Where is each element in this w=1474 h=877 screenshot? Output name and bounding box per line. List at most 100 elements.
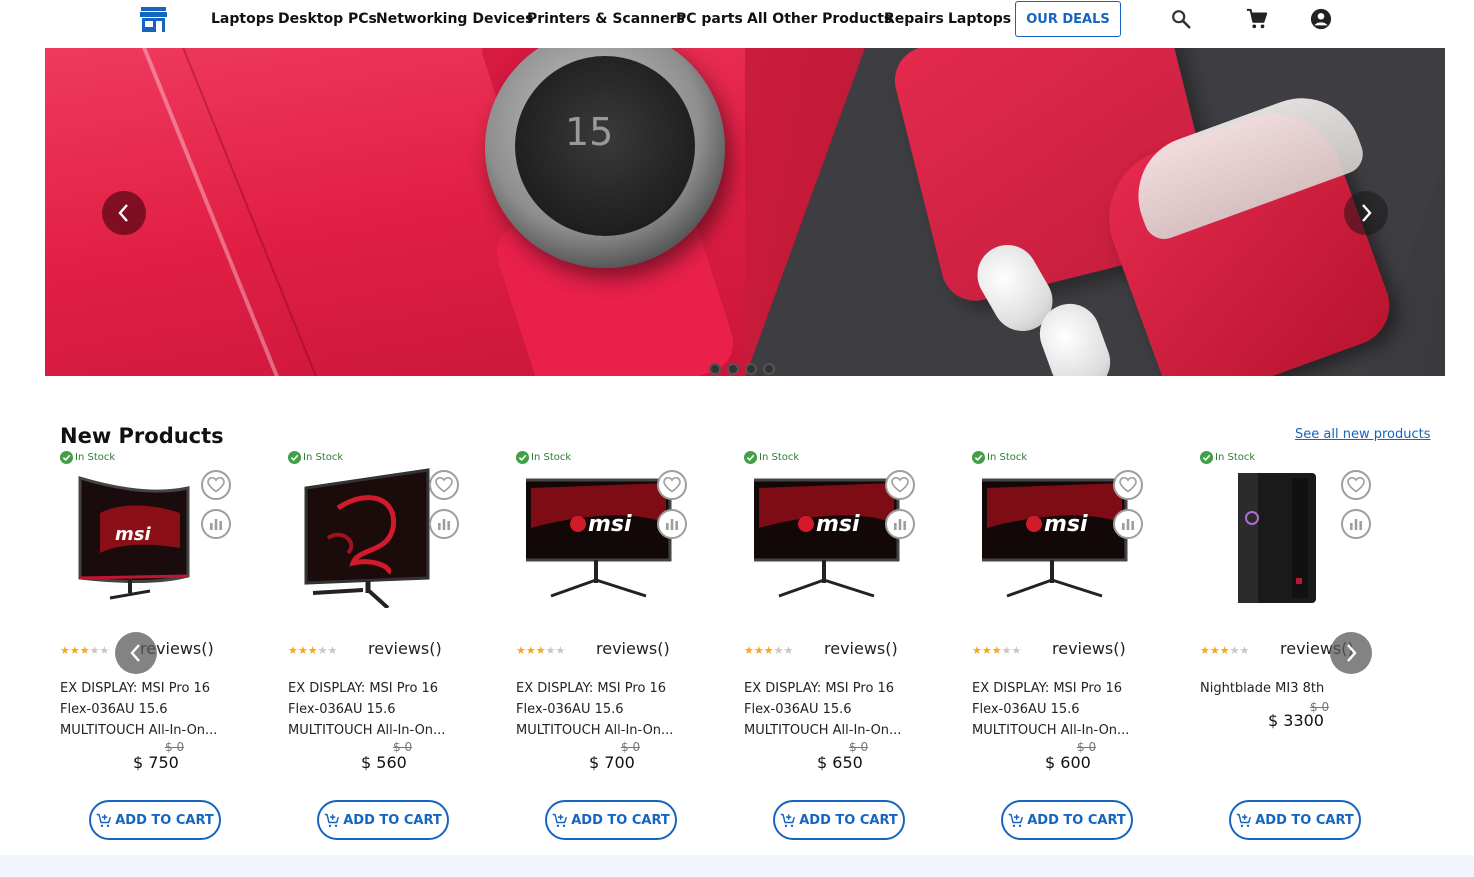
star-icon: ★ xyxy=(1239,644,1250,657)
wishlist-button[interactable] xyxy=(1341,470,1371,500)
add-to-cart-button[interactable]: ADD TO CART xyxy=(317,800,449,840)
wishlist-button[interactable] xyxy=(429,470,459,500)
check-circle-icon xyxy=(60,451,73,464)
nav-laptops-2[interactable]: Laptops xyxy=(948,11,1011,27)
bar-chart-icon xyxy=(1350,519,1362,530)
product-card[interactable]: In Stock msi ★★★★★ reviews() EX DISPLAY:… xyxy=(516,448,736,848)
add-to-cart-label: ADD TO CART xyxy=(115,812,214,828)
product-card[interactable]: In Stock ★★★★★ reviews() Nightblade MI3 … xyxy=(1200,448,1420,848)
add-cart-icon xyxy=(96,813,112,827)
svg-text:msi: msi xyxy=(115,524,151,545)
footer-band xyxy=(0,855,1474,877)
star-icon: ★ xyxy=(79,644,90,657)
add-cart-icon xyxy=(324,813,340,827)
nav-desktop-pcs[interactable]: Desktop PCs xyxy=(278,11,377,27)
carousel-prev-button[interactable] xyxy=(115,632,157,674)
stock-label: In Stock xyxy=(759,452,800,463)
account-icon[interactable] xyxy=(1310,8,1332,30)
star-icon: ★ xyxy=(516,644,526,657)
add-cart-icon xyxy=(1236,813,1252,827)
product-price: $ 750 xyxy=(133,753,179,772)
compare-button[interactable] xyxy=(885,509,915,539)
compare-button[interactable] xyxy=(429,509,459,539)
product-card[interactable]: In Stock msi ★★★★★ reviews() EX DISPLAY:… xyxy=(60,448,280,848)
reviews-link[interactable]: reviews() xyxy=(1052,639,1126,658)
bar-chart-icon xyxy=(666,519,678,530)
product-card[interactable]: In Stock msi ★★★★★ reviews() EX DISPLAY:… xyxy=(972,448,1192,848)
hero-dot-3[interactable] xyxy=(745,363,757,375)
add-to-cart-label: ADD TO CART xyxy=(343,812,442,828)
product-image[interactable]: msi xyxy=(982,468,1132,608)
star-icon: ★ xyxy=(307,644,318,657)
heart-icon xyxy=(663,477,681,493)
product-price: $ 560 xyxy=(361,753,407,772)
reviews-link[interactable]: reviews() xyxy=(368,639,442,658)
nav-laptops[interactable]: Laptops xyxy=(211,11,274,27)
wishlist-button[interactable] xyxy=(885,470,915,500)
rating-stars: ★★★★★ xyxy=(288,644,337,657)
check-circle-icon xyxy=(516,451,529,464)
product-name[interactable]: EX DISPLAY: MSI Pro 16 Flex-036AU 15.6 M… xyxy=(516,678,686,741)
add-to-cart-button[interactable]: ADD TO CART xyxy=(1229,800,1361,840)
product-name[interactable]: EX DISPLAY: MSI Pro 16 Flex-036AU 15.6 M… xyxy=(60,678,230,741)
wishlist-button[interactable] xyxy=(201,470,231,500)
see-all-new-products-link[interactable]: See all new products xyxy=(1295,427,1430,442)
rating-stars: ★★★★★ xyxy=(60,644,109,657)
product-image[interactable] xyxy=(1210,468,1360,608)
product-image[interactable] xyxy=(298,468,448,608)
old-price: $ 0 xyxy=(849,740,869,754)
nav-printers-scanners[interactable]: Printers & Scanners xyxy=(527,11,685,27)
compare-button[interactable] xyxy=(1113,509,1143,539)
reviews-link[interactable]: reviews() xyxy=(824,639,898,658)
add-to-cart-button[interactable]: ADD TO CART xyxy=(773,800,905,840)
nav-repairs[interactable]: Repairs xyxy=(884,11,944,27)
stock-status: In Stock xyxy=(60,451,115,464)
star-icon: ★ xyxy=(1229,644,1240,657)
add-to-cart-button[interactable]: ADD TO CART xyxy=(89,800,221,840)
add-cart-icon xyxy=(552,813,568,827)
product-name[interactable]: Nightblade MI3 8th xyxy=(1200,678,1370,699)
product-name[interactable]: EX DISPLAY: MSI Pro 16 Flex-036AU 15.6 M… xyxy=(972,678,1142,741)
product-name[interactable]: EX DISPLAY: MSI Pro 16 Flex-036AU 15.6 M… xyxy=(288,678,458,741)
wishlist-button[interactable] xyxy=(1113,470,1143,500)
nav-all-other-products[interactable]: All Other Products xyxy=(747,11,892,27)
hero-next-button[interactable] xyxy=(1344,191,1388,235)
storefront-icon[interactable] xyxy=(140,7,167,32)
our-deals-button[interactable]: OUR DEALS xyxy=(1015,1,1121,37)
star-icon: ★ xyxy=(89,644,100,657)
carousel-next-button[interactable] xyxy=(1330,632,1372,674)
check-circle-icon xyxy=(1200,451,1213,464)
hero-dot-2[interactable] xyxy=(727,363,739,375)
hero-prev-button[interactable] xyxy=(102,191,146,235)
nav-networking-devices[interactable]: Networking Devices xyxy=(376,11,534,27)
product-card[interactable]: In Stock ★★★★★ reviews() EX DISPLAY: MSI… xyxy=(288,448,508,848)
product-image[interactable]: msi xyxy=(70,468,220,608)
compare-button[interactable] xyxy=(201,509,231,539)
reviews-link[interactable]: reviews() xyxy=(596,639,670,658)
product-image[interactable]: msi xyxy=(526,468,676,608)
star-icon: ★ xyxy=(1209,644,1220,657)
product-image[interactable]: msi xyxy=(754,468,904,608)
chevron-right-icon xyxy=(1347,644,1357,662)
wishlist-button[interactable] xyxy=(657,470,687,500)
stock-label: In Stock xyxy=(75,452,116,463)
hero-dot-4[interactable] xyxy=(763,363,775,375)
hero-dot-1[interactable] xyxy=(709,363,721,375)
product-card[interactable]: In Stock msi ★★★★★ reviews() EX DISPLAY:… xyxy=(744,448,964,848)
product-name[interactable]: EX DISPLAY: MSI Pro 16 Flex-036AU 15.6 M… xyxy=(744,678,914,741)
add-cart-icon xyxy=(1008,813,1024,827)
star-icon: ★ xyxy=(753,644,764,657)
nav-pc-parts[interactable]: PC parts xyxy=(676,11,743,27)
bar-chart-icon xyxy=(894,519,906,530)
product-price: $ 600 xyxy=(1045,753,1091,772)
rating-stars: ★★★★★ xyxy=(516,644,565,657)
add-to-cart-button[interactable]: ADD TO CART xyxy=(1001,800,1133,840)
cart-icon[interactable] xyxy=(1246,8,1268,30)
bar-chart-icon xyxy=(210,519,222,530)
compare-button[interactable] xyxy=(1341,509,1371,539)
compare-button[interactable] xyxy=(657,509,687,539)
search-icon[interactable] xyxy=(1170,8,1192,30)
star-icon: ★ xyxy=(525,644,536,657)
star-icon: ★ xyxy=(981,644,992,657)
add-to-cart-button[interactable]: ADD TO CART xyxy=(545,800,677,840)
